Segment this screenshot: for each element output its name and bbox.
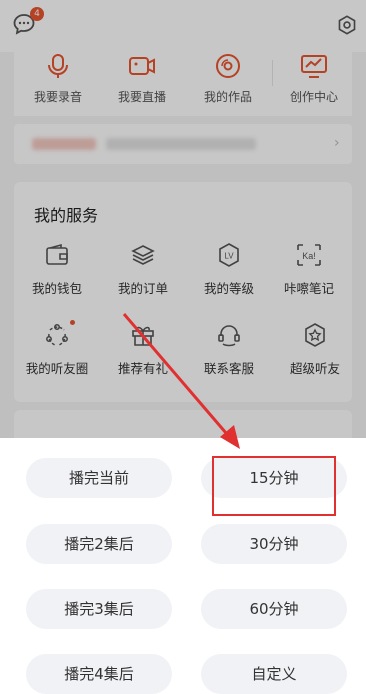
timer-option-after-4-episodes[interactable]: 播完4集后 (26, 654, 172, 694)
timer-option-custom[interactable]: 自定义 (201, 654, 347, 694)
timer-option-30-min[interactable]: 30分钟 (201, 524, 347, 564)
highlight-box (212, 456, 336, 516)
timer-option-after-2-episodes[interactable]: 播完2集后 (26, 524, 172, 564)
timer-option-60-min[interactable]: 60分钟 (201, 589, 347, 629)
timer-option-finish-current[interactable]: 播完当前 (26, 458, 172, 498)
timer-option-after-3-episodes[interactable]: 播完3集后 (26, 589, 172, 629)
